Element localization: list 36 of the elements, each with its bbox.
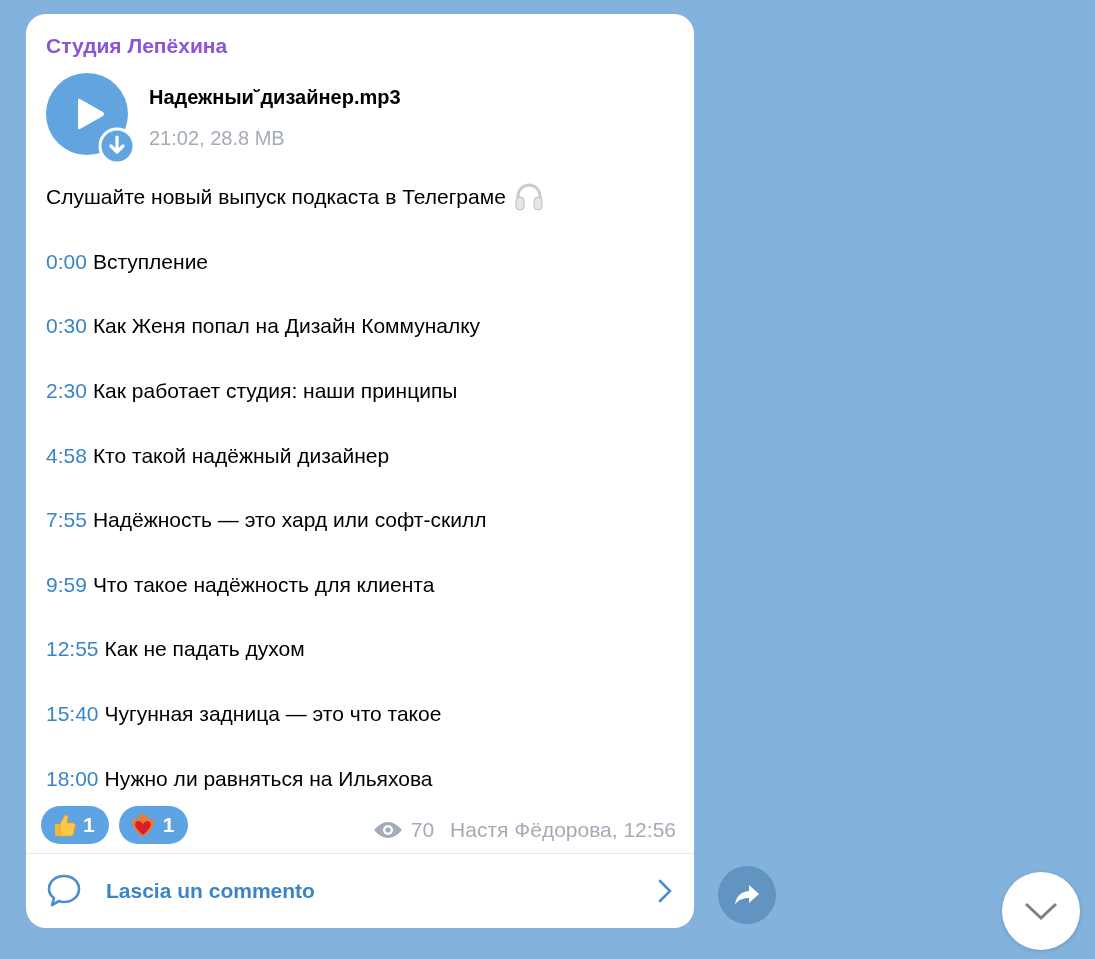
timestamp-link[interactable]: 12:55 xyxy=(46,637,99,662)
caption-text: Слушайте новый выпуск подкаста в Телеграме xyxy=(46,185,506,210)
chapter-title: Нужно ли равняться на Ильяхова xyxy=(104,766,433,791)
channel-name: Студия Лепёхина xyxy=(46,34,229,58)
file-name: Надежныи˘дизайнер.mp3 xyxy=(149,86,401,109)
download-icon[interactable] xyxy=(98,127,136,165)
chapter-title: Вступление xyxy=(92,249,209,274)
chapter-title: Как работает студия: наши принципы xyxy=(92,379,458,404)
headphones-icon xyxy=(513,182,544,213)
share-arrow-icon xyxy=(734,884,760,906)
timestamp-link[interactable]: 9:59 xyxy=(46,572,87,597)
file-info: 21:02, 28.8 MB xyxy=(149,127,286,150)
eye-icon xyxy=(372,819,403,840)
chevron-right-icon xyxy=(658,878,672,903)
chapter-title: Как не падать духом xyxy=(104,637,305,662)
scroll-down-button[interactable] xyxy=(1002,872,1080,950)
chapter-title: Надёжность — это хард или софт-скилл xyxy=(92,508,487,533)
speech-bubble-icon xyxy=(46,872,82,909)
timestamp-link[interactable]: 0:00 xyxy=(46,249,87,274)
view-count: 70 xyxy=(410,817,435,842)
timestamp-link[interactable]: 0:30 xyxy=(46,314,87,339)
heart-reaction[interactable]: 1 xyxy=(118,805,189,844)
timestamp-link[interactable]: 4:58 xyxy=(46,443,87,468)
play-icon xyxy=(75,98,105,130)
author-time: Настя Фёдорова, 12:56 xyxy=(450,817,676,842)
timestamp-link[interactable]: 18:00 xyxy=(46,766,99,791)
chevron-down-icon xyxy=(1024,901,1058,921)
comment-button[interactable]: Lascia un commento xyxy=(26,852,694,928)
chapter-title: Что такое надёжность для клиента xyxy=(92,572,435,597)
timestamp-link[interactable]: 7:55 xyxy=(46,508,87,533)
thumbs-up-reaction[interactable]: 1 xyxy=(41,805,109,844)
chapter-title: Чугунная задница — это что такое xyxy=(104,702,442,727)
chapter-title: Как Женя попал на Дизайн Коммуналку xyxy=(92,314,481,339)
chapter-title: Кто такой надёжный дизайнер xyxy=(92,443,390,468)
timestamp-link[interactable]: 2:30 xyxy=(46,379,87,404)
timestamp-link[interactable]: 15:40 xyxy=(46,702,99,727)
